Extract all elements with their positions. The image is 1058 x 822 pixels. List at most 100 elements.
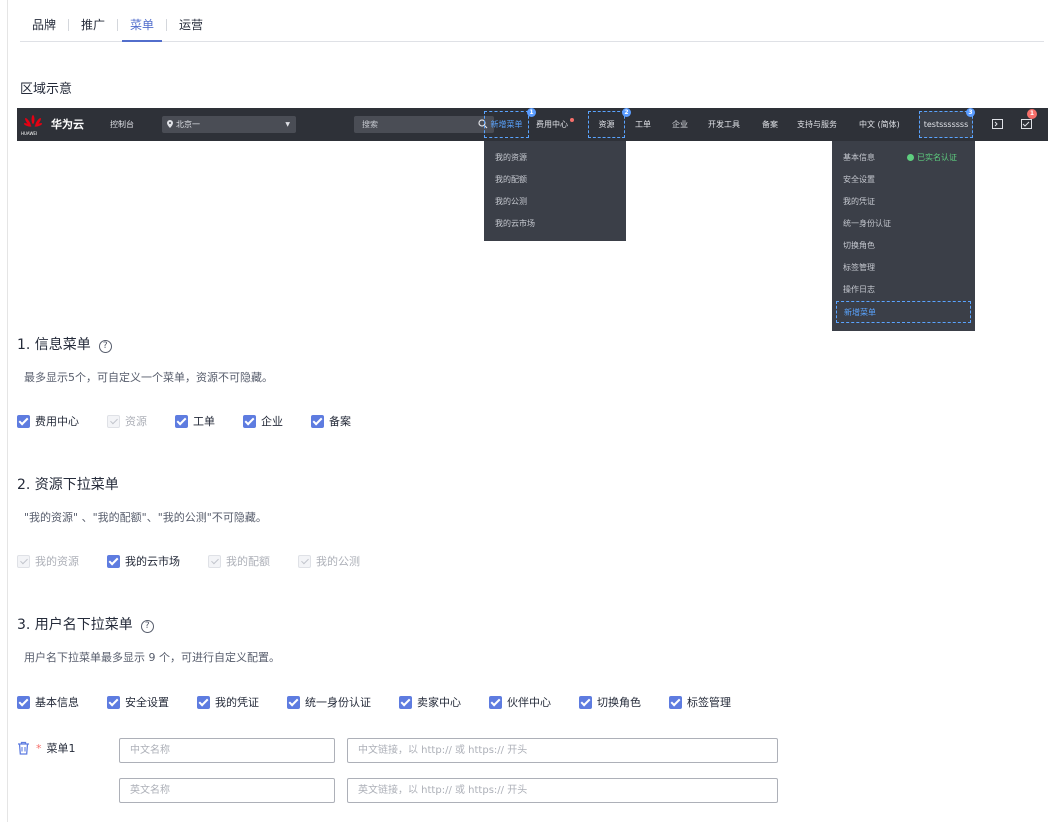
checkbox-my-resources: 我的资源: [17, 553, 79, 569]
checkbox-label: 工单: [193, 415, 215, 428]
checkbox-enterprise[interactable]: 企业: [243, 413, 283, 429]
checkbox-label: 基本信息: [35, 696, 79, 709]
checkbox-label: 企业: [261, 415, 283, 428]
checkbox-box: [287, 695, 300, 709]
dropdown-item-my-quota[interactable]: 我的配额: [484, 169, 626, 191]
checkbox-label: 费用中心: [35, 415, 79, 428]
tab-operation[interactable]: 运营: [167, 16, 215, 34]
checkbox-label: 安全设置: [125, 696, 169, 709]
dropdown-item-new-menu[interactable]: 新增菜单: [836, 301, 971, 323]
nav-new-menu[interactable]: 新增菜单: [484, 111, 529, 138]
checkbox-switch-role[interactable]: 切换角色: [579, 694, 641, 710]
en-link-input[interactable]: [347, 778, 778, 803]
checkbox-my-quota: 我的配额: [208, 553, 270, 569]
checkbox-billing[interactable]: 费用中心: [17, 413, 79, 429]
message-badge: 1: [1027, 109, 1037, 119]
checkbox-seller-center[interactable]: 卖家中心: [399, 694, 461, 710]
checkbox-label: 我的资源: [35, 555, 79, 568]
nav-billing[interactable]: 费用中心: [536, 108, 568, 141]
nav-username[interactable]: testsssssss: [919, 111, 973, 138]
checkbox-box: [298, 554, 311, 568]
region-selector[interactable]: 北京一 ▼: [162, 116, 296, 133]
check-circle-icon: [907, 154, 914, 161]
checkbox-label: 伙伴中心: [507, 696, 551, 709]
cn-link-input[interactable]: [347, 738, 778, 763]
checkbox-box: [243, 414, 256, 428]
nav-support[interactable]: 支持与服务: [797, 108, 837, 141]
nav-enterprise[interactable]: 企业: [672, 108, 688, 141]
checkbox-box: [311, 414, 324, 428]
en-name-input[interactable]: [119, 778, 335, 803]
checkbox-label: 我的凭证: [215, 696, 259, 709]
nav-icp[interactable]: 备案: [762, 108, 778, 141]
dropdown-item-basic-info[interactable]: 基本信息 已实名认证: [832, 147, 975, 169]
user-menu-options: 基本信息 安全设置 我的凭证 统一身份认证 卖家中心 伙伴中心 切换角色 标签管…: [17, 694, 759, 710]
notification-dot: [570, 118, 574, 122]
section-resource-menu-desc: "我的资源" 、"我的配额"、"我的公测"不可隐藏。: [24, 511, 267, 524]
chevron-down-icon: ▼: [285, 121, 290, 128]
checkbox-basic-info[interactable]: 基本信息: [17, 694, 79, 710]
checkbox-security[interactable]: 安全设置: [107, 694, 169, 710]
nav-language[interactable]: 中文 (简体): [859, 108, 900, 141]
dropdown-item-switch-role[interactable]: 切换角色: [832, 235, 975, 257]
checkbox-box: [107, 414, 120, 428]
cn-name-input[interactable]: [119, 738, 335, 763]
checkbox-resources: 资源: [107, 413, 147, 429]
checkbox-box: [107, 695, 120, 709]
checkbox-box: [17, 414, 30, 428]
checkbox-box: [175, 414, 188, 428]
trash-icon[interactable]: [17, 741, 30, 755]
dropdown-item-operation-log[interactable]: 操作日志: [832, 279, 975, 301]
search-input[interactable]: 搜索: [354, 116, 494, 133]
help-icon[interactable]: ?: [140, 620, 154, 633]
huawei-logo-text: HUAWEI: [21, 131, 38, 136]
dropdown-item-my-resources[interactable]: 我的资源: [484, 147, 626, 169]
required-mark: *: [36, 741, 42, 755]
checkbox-box: [107, 554, 120, 568]
section-info-menu-desc: 最多显示5个，可自定义一个菜单，资源不可隐藏。: [24, 371, 273, 384]
console-link[interactable]: 控制台: [110, 108, 134, 141]
checkbox-box: [197, 695, 210, 709]
checkbox-box: [579, 695, 592, 709]
checkbox-my-marketplace[interactable]: 我的云市场: [107, 553, 180, 569]
tab-menu[interactable]: 菜单: [118, 16, 166, 42]
section-user-menu-title: 3. 用户名下拉菜单?: [17, 614, 154, 634]
nav-resources[interactable]: 资源: [588, 111, 625, 138]
nav-ticket[interactable]: 工单: [635, 108, 651, 141]
verified-status: 已实名认证: [907, 147, 957, 169]
user-dropdown: 基本信息 已实名认证 安全设置 我的凭证 统一身份认证 切换角色 标签管理 操作…: [832, 141, 975, 331]
nav-devtools[interactable]: 开发工具: [708, 108, 740, 141]
brand-name: 华为云: [51, 118, 84, 131]
region-label: 北京一: [176, 120, 200, 129]
message-icon[interactable]: [1021, 118, 1033, 129]
dropdown-item-security[interactable]: 安全设置: [832, 169, 975, 191]
menu-label-text: 菜单1: [46, 742, 76, 755]
help-icon[interactable]: ?: [98, 340, 112, 353]
checkbox-label: 备案: [329, 415, 351, 428]
section-resource-menu-title: 2. 资源下拉菜单: [17, 477, 119, 493]
verified-label: 已实名认证: [917, 153, 957, 162]
tab-promotion[interactable]: 推广: [69, 16, 117, 34]
dropdown-item-my-marketplace[interactable]: 我的云市场: [484, 213, 626, 235]
dropdown-item-my-beta[interactable]: 我的公测: [484, 191, 626, 213]
checkbox-my-beta: 我的公测: [298, 553, 360, 569]
resource-dropdown: 我的资源 我的配额 我的公测 我的云市场: [484, 141, 626, 241]
dropdown-item-tag-management[interactable]: 标签管理: [832, 257, 975, 279]
checkbox-label: 资源: [125, 415, 147, 428]
checkbox-label: 我的云市场: [125, 555, 180, 568]
tab-brand[interactable]: 品牌: [20, 16, 68, 34]
checkbox-credentials[interactable]: 我的凭证: [197, 694, 259, 710]
dropdown-item-credentials[interactable]: 我的凭证: [832, 191, 975, 213]
checkbox-label: 我的配额: [226, 555, 270, 568]
checkbox-box: [17, 554, 30, 568]
checkbox-label: 我的公测: [316, 555, 360, 568]
checkbox-partner-center[interactable]: 伙伴中心: [489, 694, 551, 710]
checkbox-icp[interactable]: 备案: [311, 413, 351, 429]
basic-info-label: 基本信息: [843, 153, 875, 162]
checkbox-ticket[interactable]: 工单: [175, 413, 215, 429]
checkbox-iam[interactable]: 统一身份认证: [287, 694, 371, 710]
dropdown-item-iam[interactable]: 统一身份认证: [832, 213, 975, 235]
checkbox-tag-management[interactable]: 标签管理: [669, 694, 731, 710]
page-border: [7, 0, 8, 822]
terminal-icon[interactable]: [992, 119, 1003, 129]
